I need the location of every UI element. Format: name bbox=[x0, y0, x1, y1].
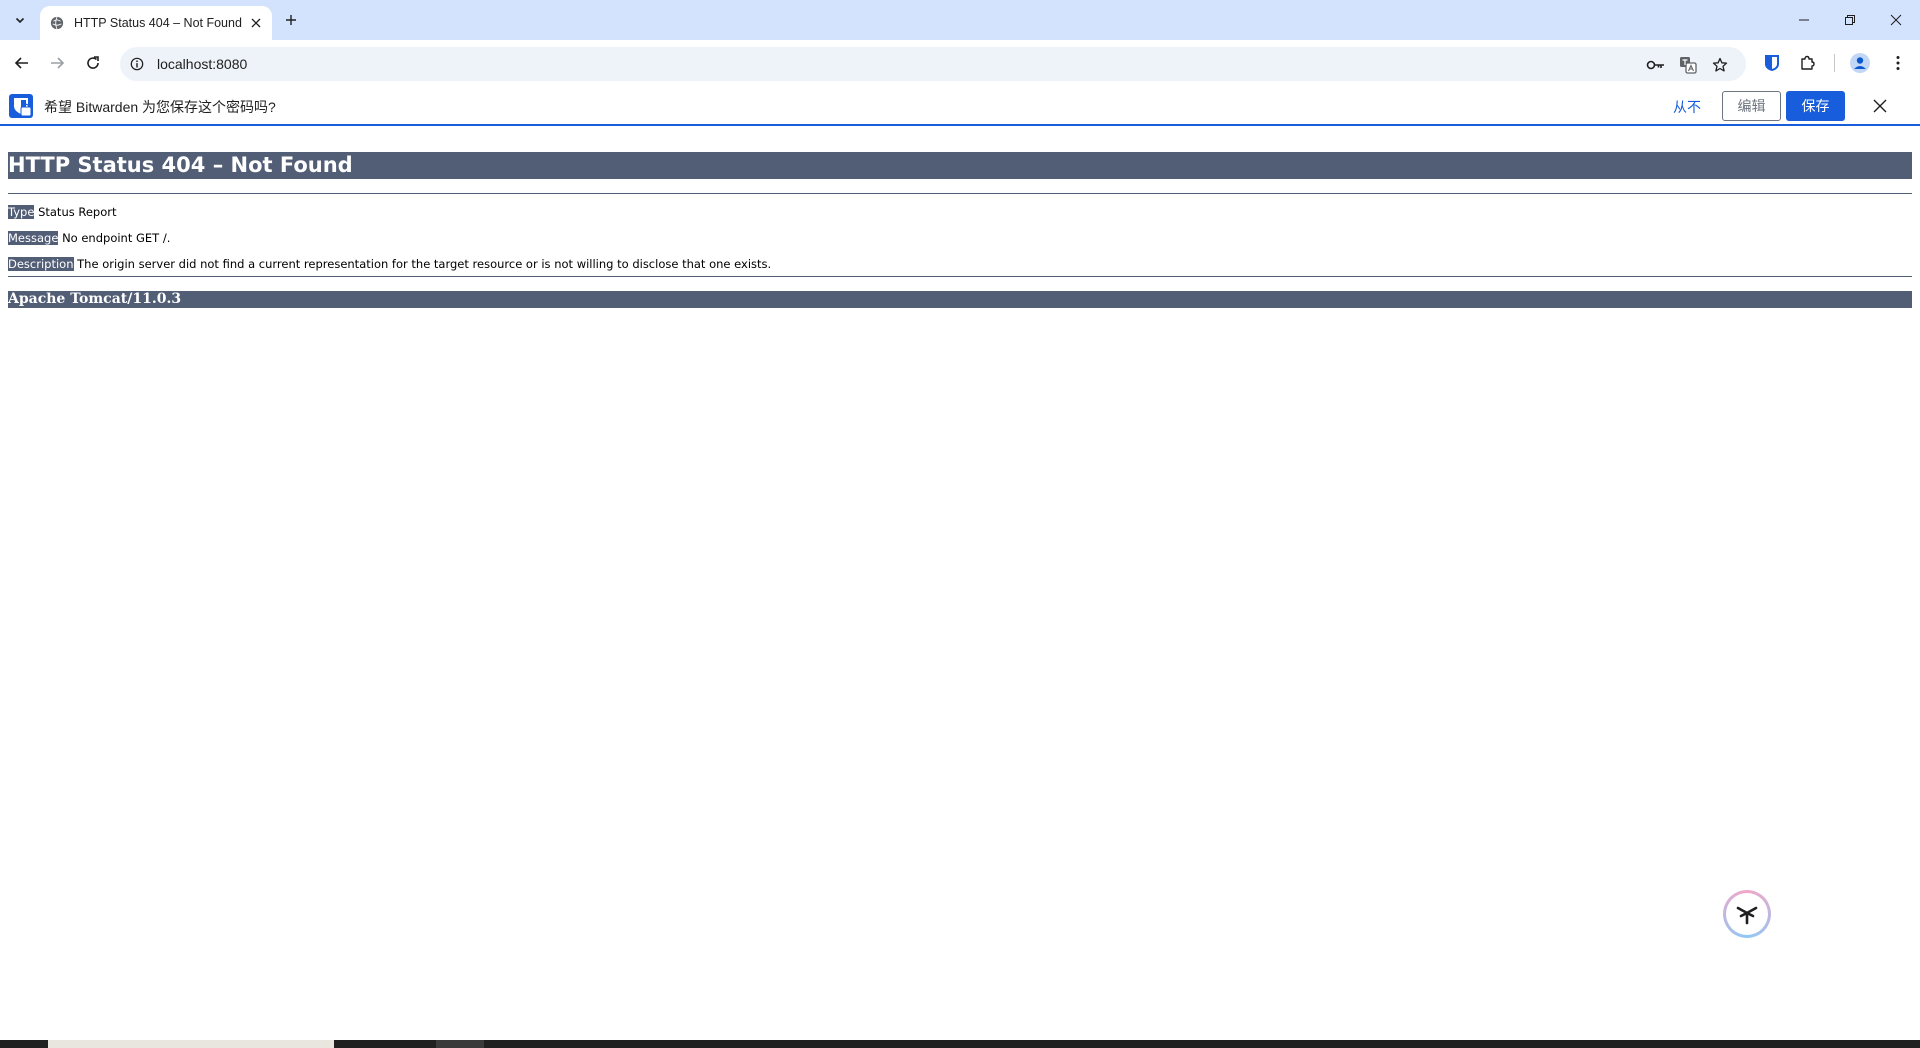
plus-icon bbox=[286, 15, 296, 25]
divider bbox=[8, 193, 1912, 194]
bitwarden-save-prompt: 希望 Bitwarden 为您保存这个密码吗? 从不 编辑 保存 bbox=[0, 86, 1920, 126]
browser-menu-button[interactable] bbox=[1885, 50, 1911, 76]
divider bbox=[8, 276, 1912, 277]
description-row: Description The origin server did not fi… bbox=[8, 257, 1912, 271]
forward-button[interactable] bbox=[44, 50, 70, 76]
bitwarden-icon bbox=[1765, 55, 1779, 71]
bitwarden-close-button[interactable] bbox=[1870, 96, 1890, 116]
tab-title: HTTP Status 404 – Not Found bbox=[74, 16, 242, 30]
chevron-down-icon bbox=[15, 17, 25, 24]
globe-icon bbox=[50, 16, 64, 30]
key-icon bbox=[1646, 60, 1664, 70]
password-manager-button[interactable] bbox=[1646, 55, 1666, 75]
bitwarden-logo-icon bbox=[9, 94, 33, 118]
extensions-button[interactable] bbox=[1794, 50, 1820, 76]
taskbar-thumbnail[interactable] bbox=[48, 1040, 334, 1048]
minimize-icon bbox=[1799, 19, 1809, 21]
arrow-left-icon bbox=[14, 57, 28, 69]
star-icon bbox=[1712, 57, 1728, 72]
type-row: Type Status Report bbox=[8, 205, 1912, 219]
kebab-icon bbox=[1896, 56, 1900, 70]
close-icon bbox=[1873, 99, 1887, 113]
reload-icon bbox=[87, 56, 99, 69]
person-icon bbox=[1850, 53, 1870, 73]
bookmark-button[interactable] bbox=[1710, 55, 1730, 75]
os-taskbar bbox=[0, 1040, 1920, 1048]
minimize-button[interactable] bbox=[1781, 0, 1827, 40]
tab-active[interactable]: HTTP Status 404 – Not Found bbox=[40, 6, 272, 40]
assistant-logo-icon bbox=[1736, 906, 1758, 925]
restore-icon bbox=[1845, 15, 1855, 25]
address-url[interactable]: localhost:8080 bbox=[157, 56, 247, 72]
back-button[interactable] bbox=[9, 50, 35, 76]
info-icon bbox=[130, 57, 144, 71]
tab-search-button[interactable] bbox=[8, 8, 32, 32]
browser-toolbar: localhost:8080 bbox=[0, 40, 1920, 86]
address-bar[interactable]: localhost:8080 bbox=[120, 47, 1746, 81]
type-label: Type bbox=[8, 205, 35, 219]
type-value: Status Report bbox=[38, 205, 117, 219]
floating-assistant-button[interactable] bbox=[1723, 890, 1771, 938]
tab-close-button[interactable] bbox=[248, 15, 264, 31]
description-value: The origin server did not find a current… bbox=[77, 257, 772, 271]
never-button[interactable]: 从不 bbox=[1673, 97, 1701, 117]
message-row: Message No endpoint GET /. bbox=[8, 231, 1912, 245]
message-value: No endpoint GET /. bbox=[62, 231, 171, 245]
taskbar-app[interactable] bbox=[436, 1040, 484, 1048]
translate-icon bbox=[1680, 57, 1697, 74]
arrow-right-icon bbox=[51, 57, 65, 69]
description-label: Description bbox=[8, 257, 74, 271]
site-info-button[interactable] bbox=[129, 56, 145, 72]
bitwarden-extension-button[interactable] bbox=[1759, 50, 1785, 76]
floating-assistant-inner bbox=[1726, 893, 1768, 935]
server-info: Apache Tomcat/11.0.3 bbox=[8, 291, 1912, 308]
reload-button[interactable] bbox=[80, 50, 106, 76]
restore-button[interactable] bbox=[1827, 0, 1873, 40]
bitwarden-prompt-text: 希望 Bitwarden 为您保存这个密码吗? bbox=[44, 99, 276, 115]
window-close-button[interactable] bbox=[1873, 0, 1919, 40]
message-label: Message bbox=[8, 231, 59, 245]
edit-button[interactable]: 编辑 bbox=[1722, 91, 1781, 121]
error-page-content: HTTP Status 404 – Not Found Type Status … bbox=[8, 152, 1912, 308]
page-title: HTTP Status 404 – Not Found bbox=[8, 152, 1912, 179]
new-tab-button[interactable] bbox=[280, 9, 302, 31]
toolbar-divider bbox=[1834, 54, 1835, 72]
close-icon bbox=[251, 18, 261, 28]
close-icon bbox=[1890, 14, 1902, 26]
save-button[interactable]: 保存 bbox=[1786, 91, 1845, 121]
profile-button[interactable] bbox=[1847, 50, 1873, 76]
puzzle-icon bbox=[1801, 55, 1815, 70]
tab-strip: HTTP Status 404 – Not Found bbox=[0, 0, 1920, 40]
translate-button[interactable] bbox=[1678, 55, 1698, 75]
